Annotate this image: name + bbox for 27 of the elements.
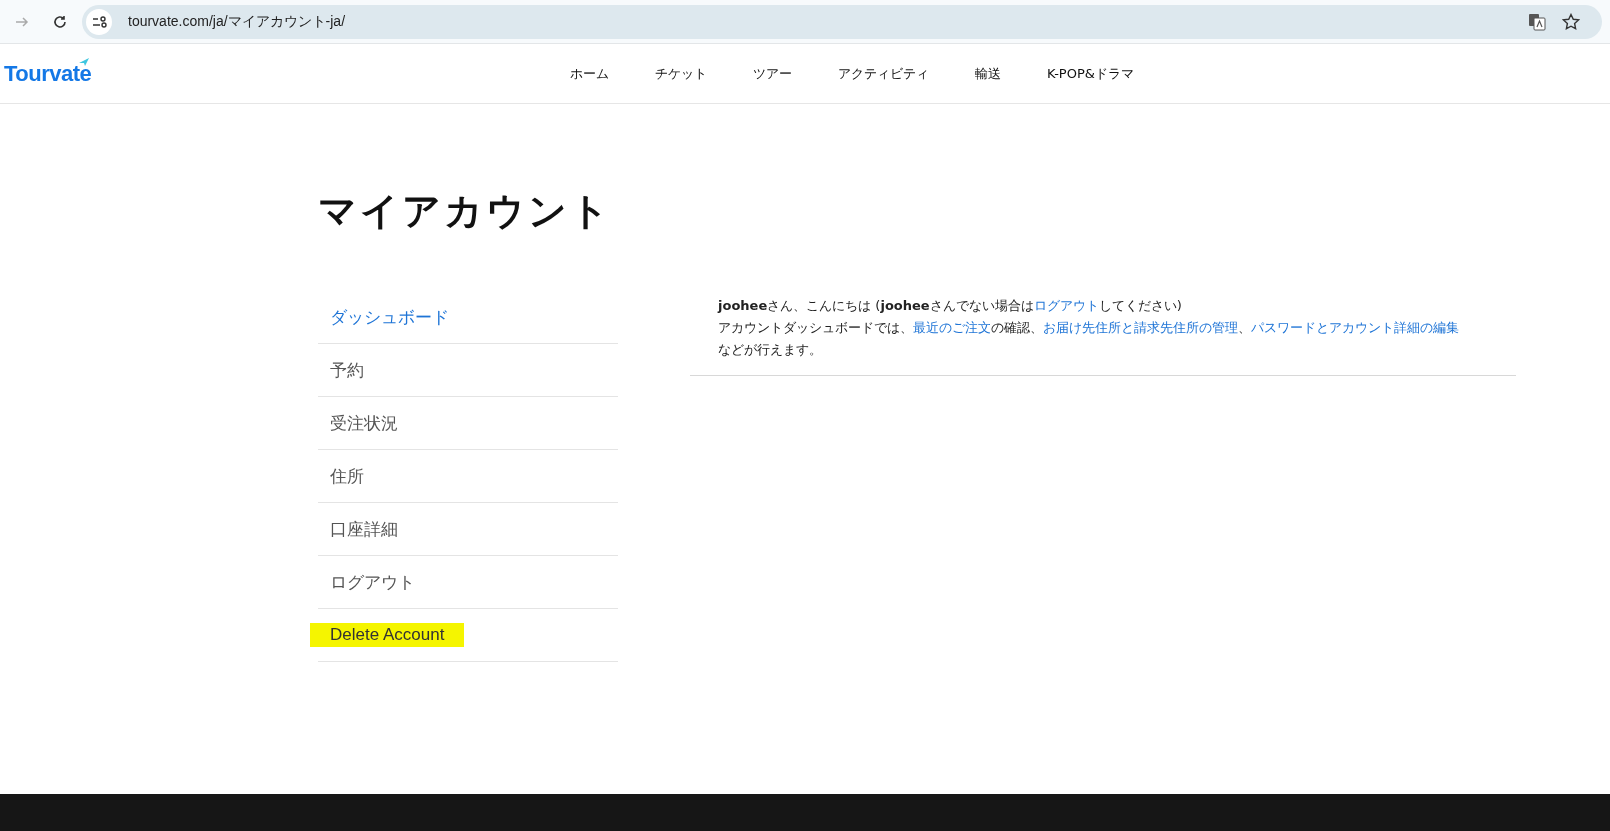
reload-icon[interactable] <box>52 13 68 30</box>
bookmark-star-icon[interactable] <box>1562 12 1580 31</box>
sidebar-item[interactable]: ダッシュボード <box>310 303 469 331</box>
text-link[interactable]: お届け先住所と請求先住所の管理 <box>1043 320 1238 335</box>
site-settings-icon[interactable] <box>86 8 112 35</box>
text-link[interactable]: ログアウト <box>1033 298 1099 313</box>
nav-link[interactable]: アクティビティ <box>838 64 929 83</box>
sidebar-item[interactable]: Delete Account <box>310 623 465 647</box>
url-text: tourvate.com/ja/マイアカウント-ja/ <box>128 12 346 31</box>
sidebar-item[interactable]: 口座詳細 <box>310 515 418 543</box>
nav-link[interactable]: K-POP&ドラマ <box>1047 64 1134 83</box>
sidebar-item[interactable]: ログアウト <box>310 568 435 596</box>
sidebar-item[interactable]: 予約 <box>310 356 384 384</box>
text-link[interactable]: 最近のご注文 <box>913 320 991 335</box>
address-bar[interactable]: tourvate.com/ja/マイアカウント-ja/ <box>82 4 1602 39</box>
nav-link[interactable]: 輸送 <box>975 64 1001 83</box>
nav-link[interactable]: ツアー <box>753 64 792 83</box>
welcome-text: jooheeさん、こんにちは (jooheeさんでない場合は ログアウト してください) <box>718 297 1183 315</box>
welcome-text: アカウントダッシュボードでは、最近のご注文の確認、お届け先住所と請求先住所の管理、パスワードとアカウント詳細の編集 などが行えます。 <box>718 319 1460 359</box>
page-title: マイアカウント <box>318 188 613 235</box>
site-logo[interactable]: Tourvate <box>4 60 92 87</box>
text-link[interactable]: パスワードとアカウント詳細の編集 <box>1251 320 1459 335</box>
nav-link[interactable]: チケット <box>655 64 707 83</box>
translate-icon[interactable] <box>1528 12 1546 31</box>
sidebar-item[interactable]: 受注状況 <box>310 409 418 437</box>
sidebar-item[interactable]: 住所 <box>310 462 384 490</box>
nav-link[interactable]: ホーム <box>570 64 609 83</box>
